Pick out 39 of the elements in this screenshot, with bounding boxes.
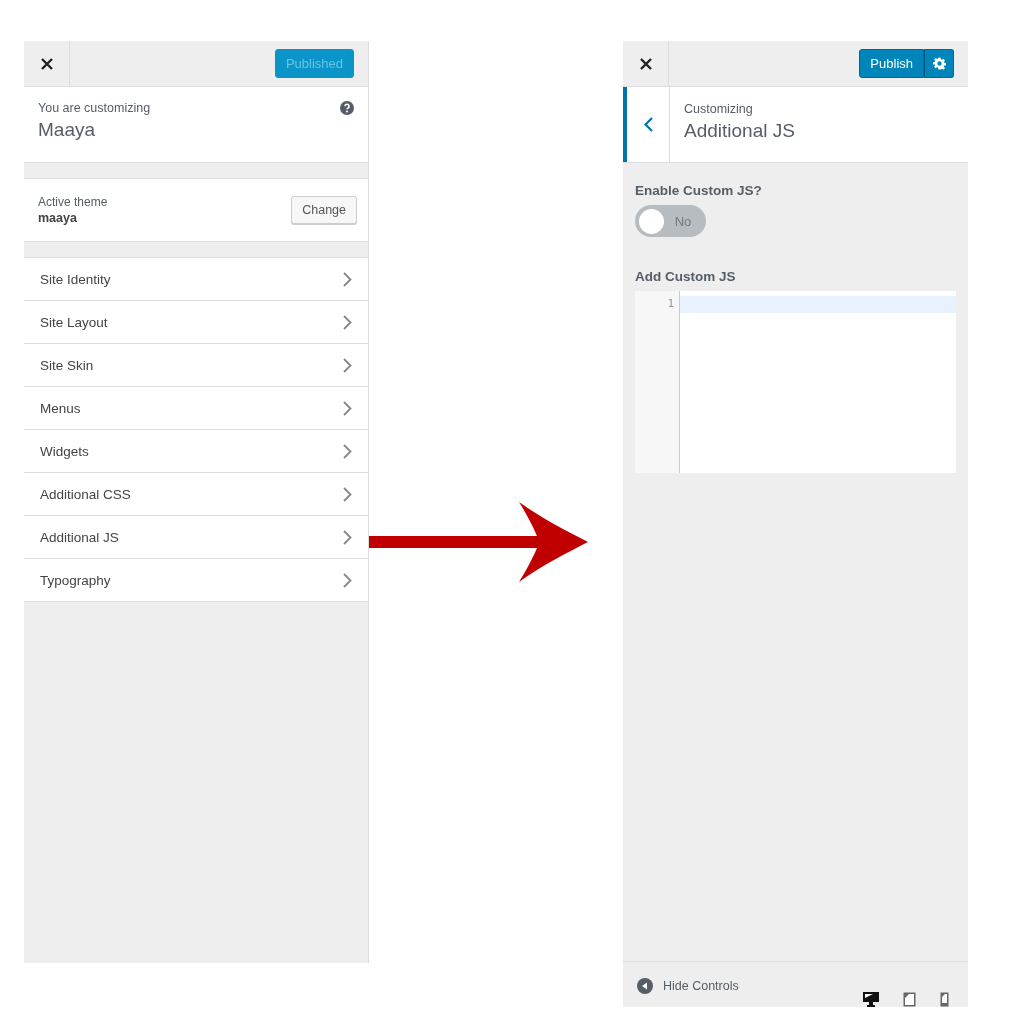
section-item[interactable]: Menus bbox=[24, 386, 368, 429]
line-number: 1 bbox=[666, 297, 675, 310]
site-title: Maaya bbox=[38, 119, 97, 141]
change-button[interactable]: Change bbox=[291, 196, 357, 224]
chevron-right-icon bbox=[343, 314, 352, 330]
customizing-caption: You are customizing bbox=[38, 101, 151, 115]
section-item[interactable]: Widgets bbox=[24, 429, 368, 472]
publish-button[interactable]: Publish bbox=[859, 49, 924, 78]
collapse-icon bbox=[637, 978, 653, 994]
section-item[interactable]: Typography bbox=[24, 558, 368, 602]
editor-label: Add Custom JS bbox=[635, 269, 737, 284]
close-icon bbox=[40, 57, 53, 70]
active-theme-caption: Active theme bbox=[38, 195, 108, 209]
customizing-caption: Customizing bbox=[684, 102, 754, 116]
section-item[interactable]: Additional JS bbox=[24, 515, 368, 558]
theme-name: maaya bbox=[38, 211, 78, 225]
chevron-right-icon bbox=[343, 443, 352, 459]
hide-controls-button[interactable]: Hide Controls bbox=[637, 975, 739, 997]
chevron-right-icon bbox=[343, 529, 352, 545]
help-icon[interactable] bbox=[340, 101, 354, 115]
chevron-left-icon bbox=[643, 117, 653, 132]
chevron-right-icon bbox=[343, 271, 352, 287]
section-item[interactable]: Site Layout bbox=[24, 300, 368, 343]
section-item[interactable]: Additional CSS bbox=[24, 472, 368, 515]
mobile-icon bbox=[940, 992, 949, 1007]
chevron-right-icon bbox=[343, 572, 352, 588]
settings-button[interactable] bbox=[924, 49, 954, 78]
section-item[interactable]: Site Identity bbox=[24, 257, 368, 300]
close-icon bbox=[639, 57, 652, 70]
back-button[interactable] bbox=[623, 87, 670, 162]
toggle-label: Enable Custom JS? bbox=[635, 183, 763, 198]
section-item[interactable]: Site Skin bbox=[24, 343, 368, 386]
chevron-right-icon bbox=[343, 486, 352, 502]
chevron-right-icon bbox=[343, 400, 352, 416]
desktop-icon bbox=[863, 991, 879, 1007]
settings-icon bbox=[932, 57, 946, 70]
tablet-icon bbox=[903, 992, 916, 1007]
chevron-right-icon bbox=[343, 357, 352, 373]
section-title: Additional JS bbox=[684, 120, 795, 142]
